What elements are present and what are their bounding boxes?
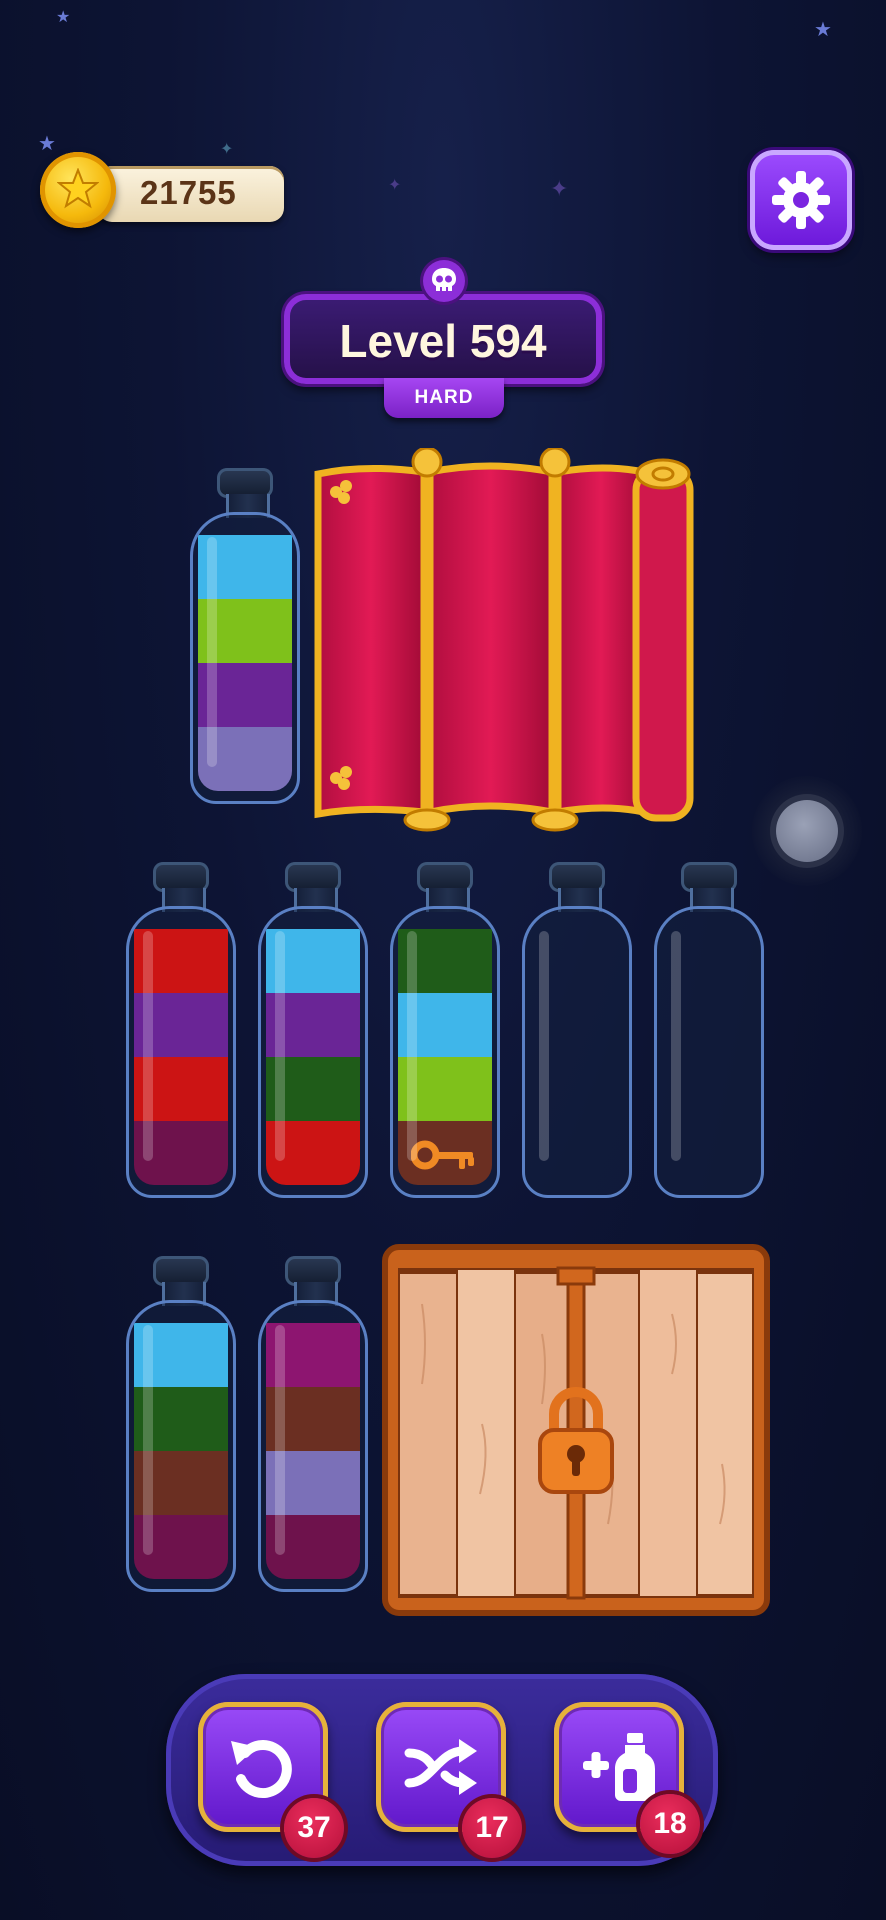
bottle-shine [207,537,217,767]
bottle[interactable] [654,862,764,1198]
booster-toolbar: 37 17 18 [166,1674,718,1866]
star-coin-icon [40,152,116,228]
star-decoration: ★ [56,9,71,26]
add-bottle-icon [583,1733,655,1801]
bottle[interactable] [258,862,368,1198]
bottle-shine [275,931,285,1161]
key-icon [411,1140,474,1170]
level-title: Level 594 [339,315,547,367]
bottle[interactable] [390,862,500,1198]
skull-icon [423,260,465,302]
level-badge: Level 594 [284,294,602,384]
bottle[interactable] [258,1256,368,1592]
curtain-cover[interactable] [314,446,694,832]
bottle[interactable] [190,468,300,804]
settings-button[interactable] [750,150,852,250]
coin-counter: 21755 [40,152,286,228]
star-decoration: ✦ [550,176,569,201]
bottle-body [190,512,300,804]
bottle-body [522,906,632,1198]
star-decoration: ★ [814,19,832,41]
bottle-shine [671,931,681,1161]
bottle[interactable] [126,862,236,1198]
star-decoration: ✦ [388,177,402,194]
floating-assist-button[interactable] [752,776,862,886]
coin-count: 21755 [140,174,237,211]
bottle-shine [143,1325,153,1555]
difficulty-tag: HARD [384,378,504,418]
undo-count-badge: 37 [284,1798,344,1858]
add-bottle-count-badge: 18 [640,1794,700,1854]
star-decoration: ★ [38,133,56,155]
bottle-body [654,906,764,1198]
floating-assist-knob [776,800,838,862]
bottle-body [258,1300,368,1592]
undo-arrow-icon [231,1740,292,1799]
bottle[interactable] [126,1256,236,1592]
bottle-body [126,906,236,1198]
bottle-shine [275,1325,285,1555]
bottle-shine [539,931,549,1161]
bottle-body [258,906,368,1198]
bottle-shine [407,931,417,1161]
bottle-shine [143,931,153,1161]
locked-crate[interactable] [382,1244,770,1616]
bottle-body [126,1300,236,1592]
gear-icon [772,171,830,229]
bottle[interactable] [522,862,632,1198]
bottle-body [390,906,500,1198]
shuffle-count-badge: 17 [462,1798,522,1858]
shuffle-icon [404,1739,477,1795]
